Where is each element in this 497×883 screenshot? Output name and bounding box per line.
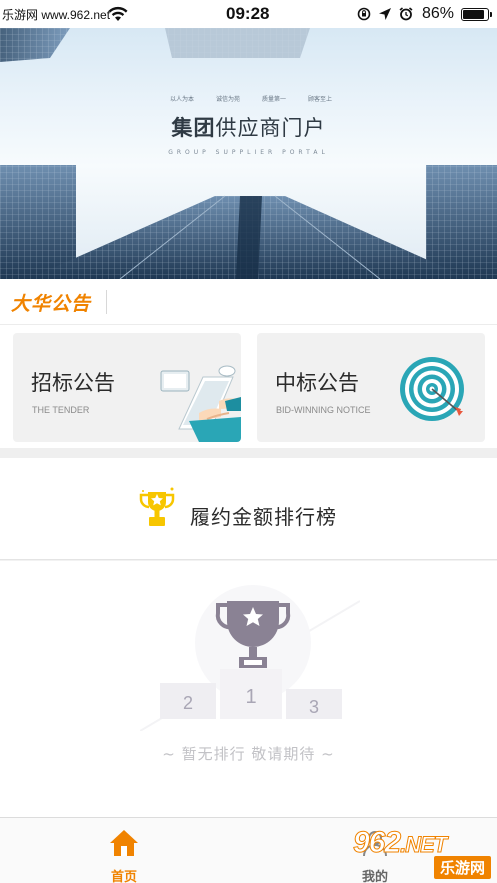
- status-right-group: 86%: [357, 4, 492, 24]
- tab-home-label: 首页: [110, 870, 137, 883]
- tender-card-title: 招标公告: [31, 371, 115, 395]
- watermark-name: 乐游网: [433, 856, 491, 879]
- empty-ranking-text: ~ 暂无排行 敬请期待 ~: [162, 745, 335, 763]
- bid-winning-card-title: 中标公告: [275, 371, 359, 395]
- bid-winning-card-subtitle: BID-WINNING NOTICE: [276, 405, 371, 415]
- banner-tag: 质量第一: [262, 96, 287, 103]
- tender-card[interactable]: 招标公告 THE TENDER: [13, 333, 241, 442]
- tender-card-subtitle: THE TENDER: [32, 405, 90, 415]
- podium-third-label: 3: [309, 697, 319, 717]
- status-time: 09:28: [226, 4, 270, 23]
- ranking-title: 履约金额排行榜: [190, 505, 337, 529]
- banner[interactable]: 以人为本 诚信为苑 质量第一 顾客至上 集团供应商门户 GROUP SUPPLI…: [0, 28, 497, 279]
- wifi-icon: [108, 6, 128, 21]
- target-icon: [400, 357, 464, 421]
- empty-podium-illustration: 2 1 3: [140, 585, 360, 731]
- status-bar: 乐游网 www.962.net 09:28 86%: [0, 0, 497, 28]
- banner-tags: 以人为本 诚信为苑 质量第一 顾客至上: [170, 94, 332, 103]
- notice-divider: [106, 290, 107, 314]
- banner-tag: 顾客至上: [308, 96, 333, 103]
- banner-tag: 诚信为苑: [216, 96, 241, 103]
- ranking-empty-state: 2 1 3 ~ 暂无排行 敬请期待 ~: [0, 561, 497, 817]
- home-icon: [110, 830, 138, 856]
- banner-tag: 以人为本: [170, 96, 195, 103]
- watermark-text: 乐游网 www.962.net: [2, 8, 111, 22]
- battery-icon: [461, 7, 492, 21]
- ranking-header: 履约金额排行榜: [0, 458, 497, 560]
- watermark-number-suffix: .NET: [400, 832, 448, 858]
- watermark-logo: 962.NET 乐游网: [352, 826, 491, 879]
- watermark-number: 962.NET: [352, 826, 448, 860]
- battery-percentage: 86%: [421, 5, 454, 22]
- bid-winning-card[interactable]: 中标公告 BID-WINNING NOTICE: [257, 333, 485, 442]
- banner-title: 集团供应商门户: [0, 112, 497, 142]
- notice-cards: 招标公告 THE TENDER 中标公告 BID-WINNING NOTICE: [0, 325, 497, 448]
- alarm-icon: [399, 7, 413, 21]
- notice-bar[interactable]: 大华公告: [0, 279, 497, 325]
- banner-title-bold: 集团: [171, 116, 216, 140]
- rotation-lock-icon: [357, 7, 371, 21]
- location-icon: [378, 8, 391, 20]
- podium-first-label: 1: [245, 686, 256, 708]
- watermark-number-digits: 962: [352, 826, 401, 860]
- tab-home[interactable]: 首页: [64, 818, 184, 883]
- banner-subtitle: GROUP SUPPLIER PORTAL: [168, 149, 329, 156]
- section-gap: [0, 448, 497, 458]
- banner-title-rest: 供应商门户: [215, 116, 326, 140]
- trophy-icon: [139, 487, 175, 526]
- dahua-notice-logo: 大华公告: [11, 293, 92, 315]
- battery-level: [463, 9, 484, 19]
- podium-second-label: 2: [183, 693, 193, 713]
- laptop-typing-icon: [160, 365, 241, 442]
